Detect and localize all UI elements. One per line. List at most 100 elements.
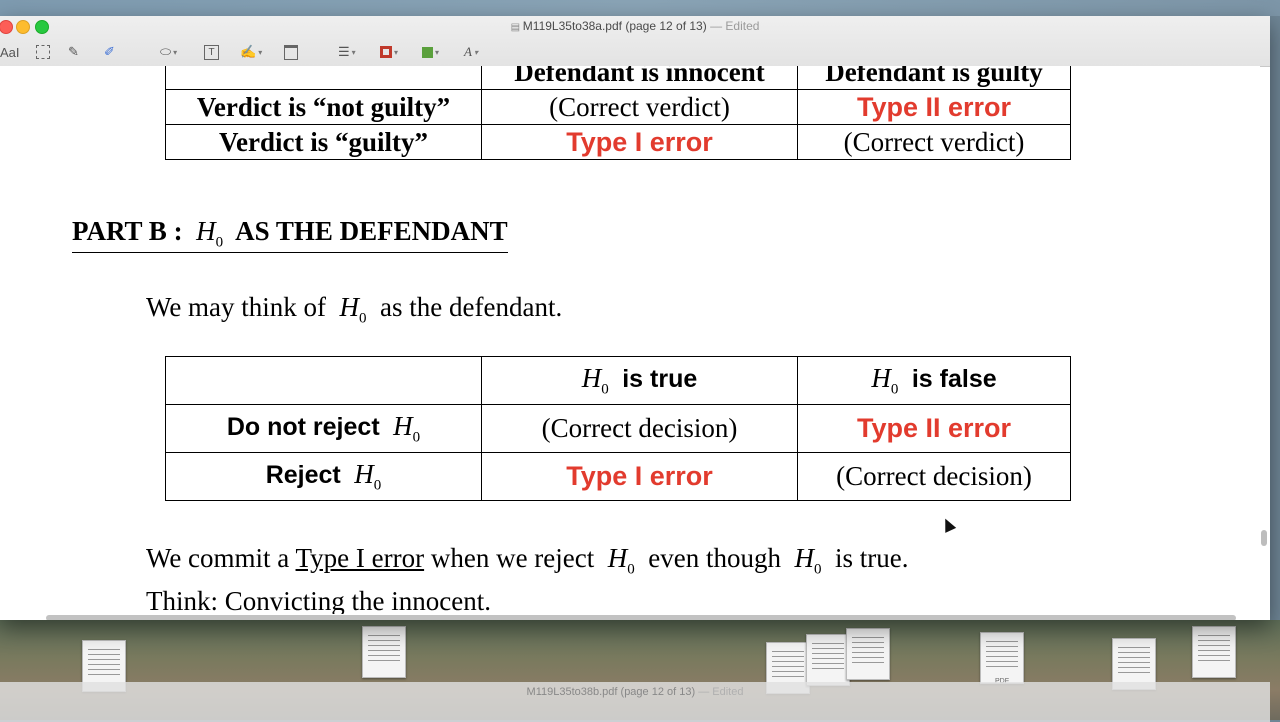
border-color-icon	[380, 46, 392, 58]
h-sub: 0	[373, 477, 382, 494]
table-row: Verdict is “not guilty” (Correct verdict…	[165, 89, 1071, 125]
table-cell: (Correct verdict)	[481, 89, 798, 125]
preview-window: ▤ M119L35to38a.pdf (page 12 of 13) — Edi…	[0, 16, 1270, 620]
type-i-error-cell: Type I error	[481, 452, 798, 501]
text-style-tool[interactable]: A ▾	[464, 42, 478, 62]
verdict-table: Defendant is innocent Defendant is guilt…	[165, 66, 1071, 160]
header-text: is false	[911, 364, 997, 393]
definition-line: We commit a Type I error when we reject …	[146, 543, 909, 578]
chevron-down-icon: ▾	[473, 47, 478, 57]
horizontal-scrollbar[interactable]	[46, 615, 1236, 620]
type-ii-error-cell: Type II error	[797, 404, 1071, 453]
think-line: Think: Convicting the innocent.	[146, 586, 491, 614]
note-tool[interactable]	[284, 42, 298, 62]
h-sub: 0	[215, 234, 224, 251]
toolbar: ▤ M119L35to38a.pdf (page 12 of 13) — Edi…	[0, 16, 1270, 67]
table-row: Reject H0 Type I error (Correct decision…	[165, 452, 1071, 501]
table-header-cell	[165, 66, 482, 90]
row-label: Verdict is “not guilty”	[165, 89, 482, 125]
row-label: Verdict is “guilty”	[165, 124, 482, 160]
row-label-text: Do not reject	[226, 412, 380, 441]
h-var: H	[354, 458, 374, 489]
text-box-icon: T	[204, 44, 219, 60]
header-text: is true	[622, 364, 698, 393]
chevron-down-icon: ▾	[351, 47, 356, 57]
markup-tools: AaI ✎ ✐ ⬭ ▾ T ✍ ▾ ☰ ▾ ▾ ▾ A ▾	[0, 42, 600, 62]
line-mid: when we reject	[430, 543, 595, 573]
marker-icon: ✐	[104, 44, 115, 59]
chevron-down-icon: ▾	[394, 47, 399, 57]
h-var: H	[871, 362, 891, 393]
shapes-tool[interactable]: ⬭ ▾	[160, 42, 177, 62]
window2-title: M119L35to38b.pdf (page 12 of 13) — Edite…	[0, 686, 1270, 698]
font-icon: A	[464, 44, 472, 59]
text-selection-tool[interactable]: AaI	[0, 42, 20, 62]
pdf-page: Defendant is innocent Defendant is guilt…	[0, 66, 1260, 614]
table-cell: (Correct decision)	[797, 452, 1071, 501]
h-sub: 0	[627, 561, 635, 578]
desktop-pdf-icon[interactable]: PDF	[980, 632, 1024, 685]
h-sub: 0	[814, 561, 822, 578]
h-var: H	[393, 410, 413, 441]
type-i-error-link[interactable]: Type I error	[296, 543, 425, 573]
table-cell: (Correct verdict)	[797, 124, 1071, 160]
table-cell: (Correct decision)	[481, 404, 798, 453]
note-icon	[284, 44, 298, 60]
window-title: ▤ M119L35to38a.pdf (page 12 of 13) — Edi…	[0, 19, 1270, 33]
heading-var: H0	[196, 216, 223, 250]
line-pre: We commit a	[146, 543, 290, 573]
h-sub: 0	[890, 381, 899, 398]
second-preview-window: M119L35to38b.pdf (page 12 of 13) — Edite…	[0, 682, 1270, 722]
chevron-down-icon: ▾	[435, 47, 440, 57]
pdf-file-icon: ▤	[510, 22, 523, 33]
row-label: Reject H0	[165, 452, 482, 501]
table-header-cell	[165, 356, 482, 405]
shapes-icon: ⬭	[160, 44, 172, 59]
text-box-tool[interactable]: T	[204, 42, 219, 62]
section-heading: PART B : H0 AS THE DEFENDANT	[72, 216, 508, 254]
window2-edited: — Edited	[698, 686, 744, 698]
line-mid2: even though	[648, 543, 781, 573]
window2-title-text: M119L35to38b.pdf (page 12 of 13)	[526, 686, 696, 698]
fill-color-tool[interactable]: ▾	[422, 42, 439, 62]
line-style-icon: ☰	[338, 44, 350, 59]
dashed-rect-icon	[36, 45, 50, 59]
pen-icon: ✎	[68, 44, 79, 59]
draw-tool[interactable]: ✐	[104, 42, 115, 62]
row-label-text: Reject	[265, 460, 341, 489]
hypothesis-table: H0 is true H0 is false Do not reject H0 …	[165, 356, 1071, 501]
heading-prefix: PART B :	[72, 216, 183, 246]
border-color-tool[interactable]: ▾	[380, 42, 398, 62]
table-header-cell: Defendant is guilty	[797, 66, 1071, 90]
line-style-tool[interactable]: ☰ ▾	[338, 42, 356, 62]
table-row: Do not reject H0 (Correct decision) Type…	[165, 404, 1071, 453]
sign-tool[interactable]: ✍ ▾	[240, 42, 262, 62]
desktop-file-icon[interactable]	[846, 628, 890, 680]
heading-suffix: AS THE DEFENDANT	[235, 216, 508, 246]
vertical-scrollbar[interactable]	[1261, 530, 1267, 546]
h-var: H	[196, 216, 216, 246]
sketch-tool[interactable]: ✎	[68, 42, 79, 62]
desktop-pdf-icon[interactable]	[1192, 626, 1236, 678]
line-post: is true.	[835, 543, 909, 573]
chevron-down-icon: ▾	[258, 47, 263, 57]
intro-post: as the defendant.	[380, 292, 563, 322]
rect-selection-tool[interactable]	[36, 42, 50, 62]
intro-line: We may think of H0 as the defendant.	[146, 292, 562, 327]
h-var: H	[581, 362, 602, 393]
h-sub: 0	[412, 429, 421, 446]
text-tool-label: AaI	[0, 44, 20, 60]
intro-pre: We may think of	[146, 292, 327, 322]
think-text: Think: Convicting the innocent.	[146, 586, 491, 614]
fill-color-icon	[422, 46, 433, 58]
mouse-cursor-icon	[939, 516, 957, 533]
table-header-cell: Defendant is innocent	[481, 66, 798, 90]
desktop-file-icon[interactable]	[362, 626, 406, 678]
desktop-file-icon[interactable]	[806, 634, 850, 686]
intro-sub: 0	[359, 310, 367, 327]
chevron-down-icon: ▾	[173, 47, 178, 57]
h-var: H	[794, 543, 815, 573]
table-header-row: H0 is true H0 is false	[165, 356, 1071, 405]
intro-var: H	[339, 292, 360, 322]
desktop-background-top	[0, 0, 1280, 16]
